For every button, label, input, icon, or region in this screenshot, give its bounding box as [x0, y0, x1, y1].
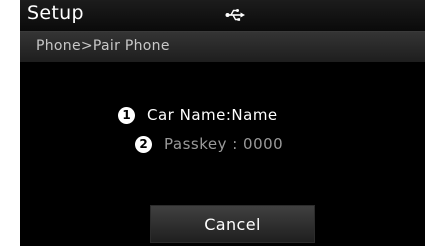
pairing-panel: 1 Car Name:Name 2 Passkey : 0000 Cancel: [20, 62, 425, 246]
number-one-badge: 1: [118, 106, 135, 124]
screen-title: Setup: [27, 2, 84, 24]
passkey-text: Passkey : 0000: [164, 135, 284, 153]
usb-icon: [225, 7, 245, 23]
head-unit-screen: Setup Phone>Pair Phone 1 Car Name:Name 2…: [20, 0, 425, 246]
breadcrumb: Phone>Pair Phone: [36, 38, 170, 54]
title-bar: Setup: [20, 0, 425, 31]
cancel-button[interactable]: Cancel: [150, 205, 315, 243]
car-name-text: Car Name:Name: [147, 106, 278, 124]
number-two-badge: 2: [135, 135, 152, 153]
breadcrumb-bar: Phone>Pair Phone: [20, 31, 425, 62]
car-name-row: 1 Car Name:Name: [118, 106, 278, 124]
passkey-row: 2 Passkey : 0000: [135, 135, 283, 153]
